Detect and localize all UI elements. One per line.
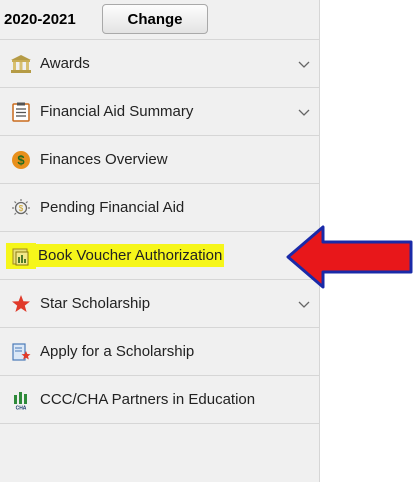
awards-icon bbox=[10, 53, 32, 75]
voucher-icon bbox=[6, 242, 36, 269]
sidebar-item-star-scholarship[interactable]: Star Scholarship bbox=[0, 280, 319, 328]
sidebar-item-finances-overview[interactable]: $ Finances Overview bbox=[0, 136, 319, 184]
sidebar-item-pending-financial-aid[interactable]: $ Pending Financial Aid bbox=[0, 184, 319, 232]
star-icon bbox=[10, 293, 32, 315]
sidebar-item-book-voucher-authorization[interactable]: Book Voucher Authorization bbox=[0, 232, 319, 280]
sidebar-item-label: Apply for a Scholarship bbox=[40, 343, 195, 360]
sidebar-item-awards[interactable]: Awards bbox=[0, 40, 319, 88]
sidebar-item-apply-for-a-scholarship[interactable]: Apply for a Scholarship bbox=[0, 328, 319, 376]
sidebar-item-ccc-cha-partners[interactable]: CHA CCC/CHA Partners in Education bbox=[0, 376, 319, 424]
sidebar-item-label: CCC/CHA Partners in Education bbox=[40, 391, 256, 408]
sidebar-item-label: Star Scholarship bbox=[40, 295, 151, 312]
cha-icon: CHA bbox=[10, 389, 32, 411]
sidebar-item-label: Pending Financial Aid bbox=[40, 199, 185, 216]
pointer-arrow-icon bbox=[286, 225, 413, 289]
svg-text:CHA: CHA bbox=[16, 405, 27, 410]
pending-icon: $ bbox=[10, 197, 32, 219]
sidebar: 2020-2021 Change Awards Financial Aid Su… bbox=[0, 0, 320, 482]
apply-icon bbox=[10, 341, 32, 363]
term-year: 2020-2021 bbox=[4, 11, 76, 28]
term-selector: 2020-2021 Change bbox=[0, 0, 319, 40]
sidebar-item-financial-aid-summary[interactable]: Financial Aid Summary bbox=[0, 88, 319, 136]
chevron-down-icon[interactable] bbox=[297, 105, 311, 119]
dollar-icon: $ bbox=[10, 149, 32, 171]
svg-text:$: $ bbox=[19, 204, 24, 213]
svg-text:$: $ bbox=[17, 152, 25, 167]
summary-icon bbox=[10, 101, 32, 123]
sidebar-item-label: Book Voucher Authorization bbox=[36, 244, 225, 267]
sidebar-item-label: Awards bbox=[40, 55, 90, 72]
chevron-down-icon[interactable] bbox=[297, 57, 311, 71]
sidebar-item-label: Financial Aid Summary bbox=[40, 103, 194, 120]
sidebar-item-label: Finances Overview bbox=[40, 151, 168, 168]
chevron-down-icon[interactable] bbox=[297, 297, 311, 311]
change-term-button[interactable]: Change bbox=[102, 4, 208, 34]
